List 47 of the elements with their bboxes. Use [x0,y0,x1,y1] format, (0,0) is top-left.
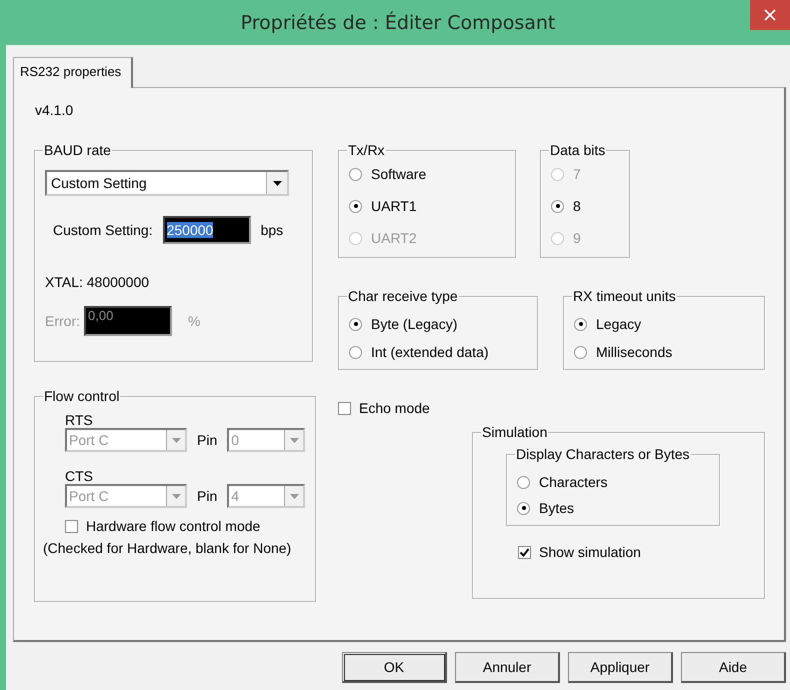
group-label: Flow control [43,388,120,404]
group-label: Data bits [549,142,606,158]
group-label: Simulation [481,424,548,440]
radio-button[interactable]: Milliseconds [574,340,672,364]
dialog-button[interactable]: Appliquer [568,652,673,683]
unit-label: bps [260,222,284,238]
dialog-button[interactable]: Annuler [455,652,560,683]
hint-text: (Checked for Hardware, blank for None) [43,540,292,556]
signal-label: RTS [65,412,94,428]
dialog-button[interactable]: OK [342,652,447,683]
signal-label: CTS [65,468,94,484]
caret-icon [290,438,299,442]
radio-button[interactable]: Bytes [517,496,574,520]
caret-icon [272,180,282,186]
field-label: Error: [45,313,80,329]
radio-button[interactable]: Characters [517,470,608,494]
error-field[interactable]: 0,00 [84,306,172,336]
close-button[interactable] [750,0,790,30]
radio-button[interactable]: UART1 [349,194,417,218]
baud-rate-dropdown[interactable]: Custom Setting [45,170,289,196]
radio-button[interactable]: Legacy [574,312,642,336]
tab[interactable]: RS232 properties [13,57,134,88]
checkbox[interactable]: Hardware flow control mode [65,518,260,534]
checkbox[interactable]: Echo mode [338,400,765,416]
close-icon [764,9,776,21]
radio-button[interactable]: 8 [551,194,581,218]
version-label: v4.1.0 [35,102,74,118]
custom-setting-field[interactable]: 250000 [162,216,251,244]
field-label: Custom Setting: [53,222,153,238]
group-label: Char receive type [347,288,459,304]
caret-icon [172,438,180,442]
radio-button[interactable]: Int (extended data) [349,340,489,364]
window-title: Propriétés de : Éditer Composant [240,12,556,34]
group-label: RX timeout units [572,288,677,304]
dialog-button[interactable]: Aide [681,652,786,683]
group-label: Tx/Rx [347,142,386,158]
pin-label: Pin [197,432,218,448]
unit-label: % [188,313,200,329]
radio-button[interactable]: Byte (Legacy) [349,312,458,336]
caret-icon [172,494,180,498]
xtal-label: XTAL: 48000000 [45,274,150,290]
group-label: BAUD rate [43,142,112,158]
checkbox[interactable]: Show simulation [518,544,641,560]
group-label: Display Characters or Bytes [515,446,691,462]
radio-button[interactable]: Software [349,162,426,186]
caret-icon [290,494,299,498]
pin-label: Pin [197,488,218,504]
